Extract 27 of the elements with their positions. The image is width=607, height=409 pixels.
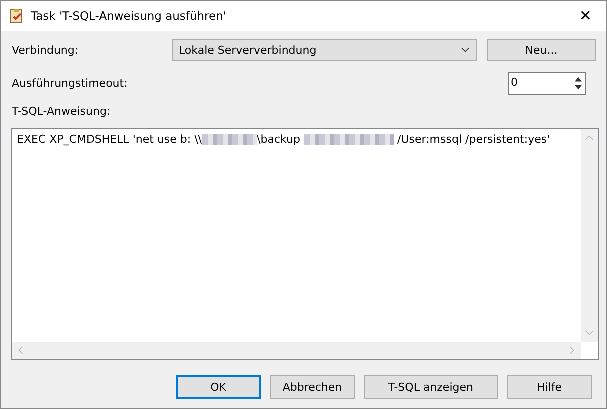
field-label: T-SQL-Anweisung: <box>12 105 112 118</box>
connection-dropdown[interactable]: Lokale Serververbindung <box>172 39 477 61</box>
close-button[interactable]: ✕ <box>573 7 598 25</box>
task-icon <box>9 8 25 24</box>
spin-up-icon[interactable] <box>574 77 582 82</box>
scroll-left-icon[interactable] <box>18 346 24 355</box>
code-text: /User:mssql /persistent:yes' <box>396 133 550 146</box>
timeout-spinner[interactable]: 0 <box>508 72 586 95</box>
scroll-down-icon[interactable] <box>585 330 594 336</box>
field-label: Verbindung: <box>12 44 80 56</box>
window-title: Task 'T-SQL-Anweisung ausführen' <box>31 9 228 23</box>
chevron-down-icon <box>461 47 470 53</box>
horizontal-scrollbar[interactable] <box>12 342 581 359</box>
new-button[interactable]: Neu... <box>487 39 596 61</box>
scroll-right-icon[interactable] <box>569 346 575 355</box>
dialog-button[interactable]: Abbrechen <box>270 375 355 399</box>
dialog-button[interactable]: T-SQL anzeigen <box>364 375 498 399</box>
sql-editor[interactable]: EXEC XP_CMDSHELL 'net use b: \\ \backup /User:mssql /persistent:yes' <box>11 128 599 360</box>
scroll-up-icon[interactable] <box>585 135 594 141</box>
code-text: \backup <box>257 133 302 146</box>
spin-down-icon[interactable] <box>574 85 582 90</box>
field-label: Ausführungstimeout: <box>12 77 129 90</box>
redacted-block <box>202 134 258 145</box>
dialog-button[interactable]: OK <box>176 375 261 399</box>
dialog-button[interactable]: Hilfe <box>507 375 592 399</box>
code-text: EXEC XP_CMDSHELL 'net use b: \\ <box>17 133 202 146</box>
vertical-scrollbar[interactable] <box>581 129 598 342</box>
